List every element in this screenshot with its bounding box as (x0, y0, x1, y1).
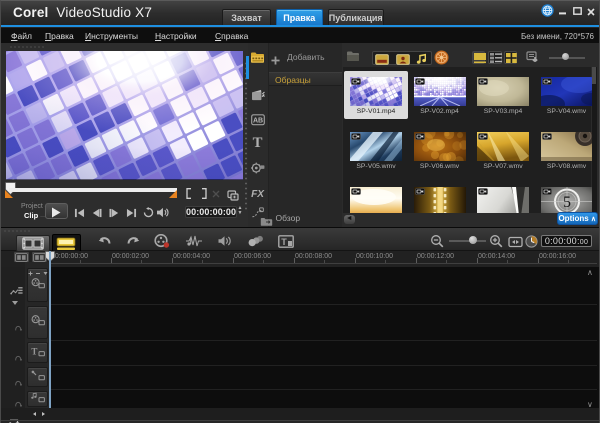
svg-text:AB: AB (252, 118, 262, 125)
svg-text:T: T (253, 135, 263, 149)
svg-text:T: T (281, 237, 287, 247)
svg-text:FX: FX (251, 189, 265, 198)
svg-text:T: T (31, 346, 37, 356)
